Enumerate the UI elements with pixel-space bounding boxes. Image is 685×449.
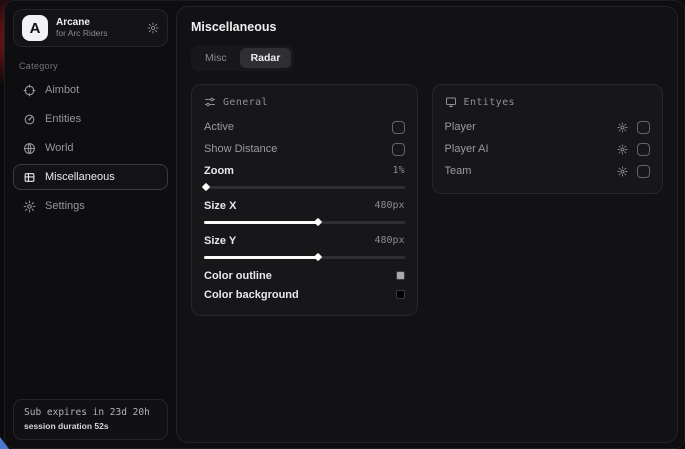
app-logo: A [22,15,48,41]
globe-icon [23,142,36,155]
app-subtitle: for Arc Riders [56,29,139,39]
row-gear-icon[interactable] [617,144,628,155]
app-window: A Arcane for Arc Riders Category [4,0,685,449]
radar-icon [23,113,36,126]
slider-thumb[interactable] [202,183,210,191]
color-outline-swatch[interactable] [396,271,405,280]
row-gear-icon[interactable] [617,166,628,177]
app-logo-card: A Arcane for Arc Riders [13,9,168,47]
team-checkbox[interactable] [637,165,650,178]
size-x-value: 480px [374,200,404,211]
show-distance-checkbox[interactable] [392,143,405,156]
sidebar-item-label: Entities [45,113,81,125]
slider-group-zoom: Zoom 1% [204,161,405,192]
sidebar-item-label: Settings [45,200,85,212]
player-ai-checkbox[interactable] [637,143,650,156]
sidebar-item-settings[interactable]: Settings [13,193,168,219]
general-card: General Active Show Distance Zoom 1% [191,84,418,316]
toggle-row-active: Active [204,116,405,138]
sub-expiry-text: Sub expires in 23d 20h [24,407,157,418]
sliders-icon [204,96,216,108]
main-panel: Miscellaneous Misc Radar General [176,6,678,443]
slider-group-size-y: Size Y 480px [204,231,405,262]
sidebar-item-label: World [45,142,74,154]
grid-icon [23,171,36,184]
zoom-value: 1% [393,165,405,176]
player-checkbox[interactable] [637,121,650,134]
slider-group-size-x: Size X 480px [204,196,405,227]
settings-gear-icon [23,200,36,213]
sidebar-item-aimbot[interactable]: Aimbot [13,77,168,103]
card-title: General [223,97,268,108]
color-row-background: Color background [204,285,405,304]
entities-card: Entityes Player P [432,84,663,194]
tab-bar: Misc Radar [191,45,294,71]
card-title: Entityes [464,97,515,108]
size-y-slider[interactable] [204,252,405,262]
sidebar-item-entities[interactable]: Entities [13,106,168,132]
entity-row-team: Team [445,160,650,182]
toggle-row-show-distance: Show Distance [204,138,405,160]
entity-row-player-ai: Player AI [445,138,650,160]
tab-misc[interactable]: Misc [194,48,238,68]
slider-thumb[interactable] [314,253,322,261]
entity-row-player: Player [445,116,650,138]
monitor-icon [445,96,457,108]
color-row-outline: Color outline [204,266,405,285]
row-gear-icon[interactable] [617,122,628,133]
crosshair-icon [23,84,36,97]
zoom-slider[interactable] [204,182,405,192]
active-checkbox[interactable] [392,121,405,134]
cards-row: General Active Show Distance Zoom 1% [191,84,663,316]
sidebar-nav: Aimbot Entities World [13,77,168,219]
sidebar: A Arcane for Arc Riders Category [5,1,176,448]
sidebar-item-miscellaneous[interactable]: Miscellaneous [13,164,168,190]
sidebar-item-world[interactable]: World [13,135,168,161]
slider-thumb[interactable] [314,218,322,226]
tab-radar[interactable]: Radar [240,48,292,68]
size-x-slider[interactable] [204,217,405,227]
category-label: Category [19,61,162,71]
sidebar-item-label: Miscellaneous [45,171,115,183]
size-y-value: 480px [374,235,404,246]
session-duration-text: session duration 52s [24,421,157,431]
subscription-card: Sub expires in 23d 20h session duration … [13,399,168,440]
sidebar-item-label: Aimbot [45,84,79,96]
gear-icon[interactable] [147,22,159,34]
color-background-swatch[interactable] [396,290,405,299]
page-title: Miscellaneous [191,20,663,34]
